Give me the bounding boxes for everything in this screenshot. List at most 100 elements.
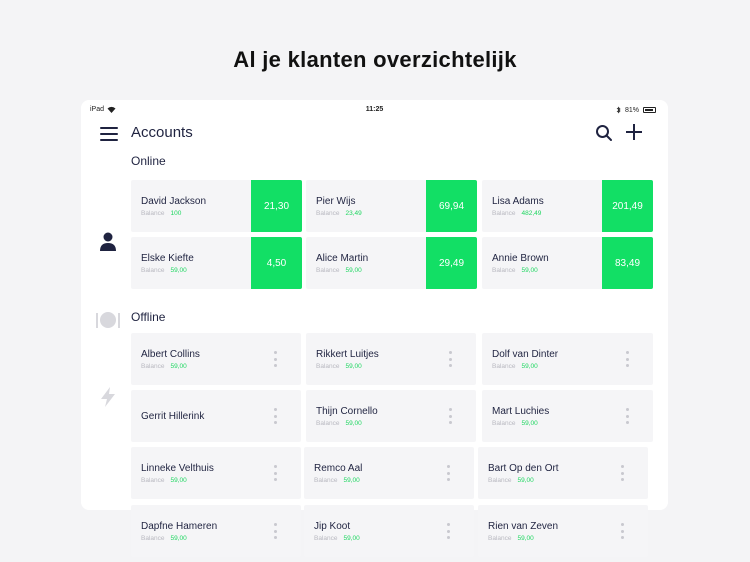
offline-account-card[interactable]: Dapfne Hameren Balance 59,00 bbox=[131, 505, 301, 557]
account-balance: Balance 59,00 bbox=[141, 535, 187, 542]
offline-account-card[interactable]: Linneke Velthuis Balance 59,00 bbox=[131, 447, 301, 499]
account-balance: Balance 59,00 bbox=[492, 267, 538, 274]
battery-icon bbox=[643, 107, 656, 113]
account-balance: Balance 59,00 bbox=[488, 535, 534, 542]
balance-label: Balance bbox=[316, 420, 340, 427]
balance-label: Balance bbox=[141, 363, 165, 370]
balance-label: Balance bbox=[488, 535, 512, 542]
balance-value: 59,00 bbox=[170, 363, 187, 370]
balance-value: 59,00 bbox=[345, 363, 362, 370]
more-options-icon[interactable] bbox=[273, 351, 277, 367]
more-options-icon[interactable] bbox=[273, 523, 277, 539]
amount-badge[interactable]: 4,50 bbox=[251, 237, 302, 289]
search-icon[interactable] bbox=[595, 124, 613, 142]
balance-label: Balance bbox=[141, 267, 165, 274]
amount-badge[interactable]: 201,49 bbox=[602, 180, 653, 232]
account-name: Mart Luchies bbox=[492, 406, 550, 417]
online-account-card[interactable]: Elske Kiefte Balance 59,00 4,50 bbox=[131, 237, 302, 289]
balance-value: 59,00 bbox=[343, 477, 360, 484]
balance-label: Balance bbox=[141, 210, 165, 217]
account-name: Dolf van Dinter bbox=[492, 349, 559, 360]
online-account-card[interactable]: Lisa Adams Balance 482,49 201,49 bbox=[482, 180, 653, 232]
page-title: Accounts bbox=[131, 124, 193, 141]
status-bar: iPad 11:25 81% bbox=[81, 100, 668, 120]
offline-account-card[interactable]: Gerrit Hillerink bbox=[131, 390, 301, 442]
balance-value: 59,00 bbox=[343, 535, 360, 542]
account-balance: Balance 59,00 bbox=[492, 363, 538, 370]
amount-badge[interactable]: 83,49 bbox=[602, 237, 653, 289]
balance-label: Balance bbox=[492, 363, 516, 370]
offline-account-card[interactable]: Jip Koot Balance 59,00 bbox=[304, 505, 474, 557]
offline-account-card[interactable]: Mart Luchies Balance 59,00 bbox=[482, 390, 653, 442]
balance-value: 100 bbox=[170, 210, 182, 217]
online-account-card[interactable]: Annie Brown Balance 59,00 83,49 bbox=[482, 237, 653, 289]
balance-value: 59,00 bbox=[170, 477, 187, 484]
balance-label: Balance bbox=[316, 267, 340, 274]
more-options-icon[interactable] bbox=[625, 351, 629, 367]
balance-value: 59,00 bbox=[345, 267, 362, 274]
dining-icon[interactable] bbox=[95, 309, 121, 331]
balance-value: 59,00 bbox=[345, 420, 362, 427]
amount-badge[interactable]: 21,30 bbox=[251, 180, 302, 232]
bluetooth-icon bbox=[616, 106, 621, 114]
account-name: David Jackson bbox=[141, 196, 207, 207]
online-account-card[interactable]: Alice Martin Balance 59,00 29,49 bbox=[306, 237, 477, 289]
balance-value: 482,49 bbox=[521, 210, 542, 217]
offline-account-card[interactable]: Dolf van Dinter Balance 59,00 bbox=[482, 333, 653, 385]
plus-icon[interactable] bbox=[624, 122, 644, 142]
balance-value: 59,00 bbox=[517, 535, 534, 542]
balance-value: 23,49 bbox=[345, 210, 362, 217]
section-offline: Offline bbox=[131, 310, 166, 324]
account-balance: Balance 100 bbox=[141, 210, 181, 217]
offline-account-card[interactable]: Albert Collins Balance 59,00 bbox=[131, 333, 301, 385]
balance-label: Balance bbox=[314, 535, 338, 542]
more-options-icon[interactable] bbox=[620, 523, 624, 539]
more-options-icon[interactable] bbox=[446, 523, 450, 539]
online-account-card[interactable]: David Jackson Balance 100 21,30 bbox=[131, 180, 302, 232]
amount-badge[interactable]: 29,49 bbox=[426, 237, 477, 289]
headline: Al je klanten overzichtelijk bbox=[233, 47, 517, 72]
balance-value: 59,00 bbox=[521, 363, 538, 370]
balance-label: Balance bbox=[492, 420, 516, 427]
amount-badge[interactable]: 69,94 bbox=[426, 180, 477, 232]
balance-label: Balance bbox=[316, 363, 340, 370]
more-options-icon[interactable] bbox=[625, 408, 629, 424]
offline-account-card[interactable]: Thijn Cornello Balance 59,00 bbox=[306, 390, 476, 442]
balance-value: 59,00 bbox=[517, 477, 534, 484]
balance-value: 59,00 bbox=[521, 267, 538, 274]
online-account-card[interactable]: Pier Wijs Balance 23,49 69,94 bbox=[306, 180, 477, 232]
offline-account-card[interactable]: Bart Op den Ort Balance 59,00 bbox=[478, 447, 648, 499]
account-balance: Balance 482,49 bbox=[492, 210, 541, 217]
account-name: Gerrit Hillerink bbox=[141, 411, 205, 422]
offline-account-card[interactable]: Rikkert Luitjes Balance 59,00 bbox=[306, 333, 476, 385]
account-name: Pier Wijs bbox=[316, 196, 356, 207]
account-name: Bart Op den Ort bbox=[488, 463, 559, 474]
balance-value: 59,00 bbox=[521, 420, 538, 427]
more-options-icon[interactable] bbox=[446, 465, 450, 481]
offline-account-card[interactable]: Remco Aal Balance 59,00 bbox=[304, 447, 474, 499]
lightning-icon[interactable] bbox=[97, 386, 119, 408]
account-name: Albert Collins bbox=[141, 349, 200, 360]
account-balance: Balance 59,00 bbox=[488, 477, 534, 484]
menu-icon[interactable] bbox=[100, 127, 118, 141]
battery-percent: 81% bbox=[624, 106, 639, 114]
account-balance: Balance 59,00 bbox=[316, 363, 362, 370]
more-options-icon[interactable] bbox=[273, 465, 277, 481]
account-name: Remco Aal bbox=[314, 463, 363, 474]
account-name: Jip Koot bbox=[314, 521, 351, 532]
balance-label: Balance bbox=[316, 210, 340, 217]
more-options-icon[interactable] bbox=[448, 408, 452, 424]
offline-account-card[interactable]: Rien van Zeven Balance 59,00 bbox=[478, 505, 648, 557]
account-name: Alice Martin bbox=[316, 253, 369, 264]
account-name: Rikkert Luitjes bbox=[316, 349, 379, 360]
more-options-icon[interactable] bbox=[620, 465, 624, 481]
account-balance: Balance 59,00 bbox=[492, 420, 538, 427]
account-name: Annie Brown bbox=[492, 253, 549, 264]
person-icon[interactable] bbox=[97, 230, 119, 252]
account-name: Dapfne Hameren bbox=[141, 521, 218, 532]
account-name: Linneke Velthuis bbox=[141, 463, 214, 474]
more-options-icon[interactable] bbox=[273, 408, 277, 424]
account-name: Elske Kiefte bbox=[141, 253, 194, 264]
more-options-icon[interactable] bbox=[448, 351, 452, 367]
balance-label: Balance bbox=[492, 267, 516, 274]
